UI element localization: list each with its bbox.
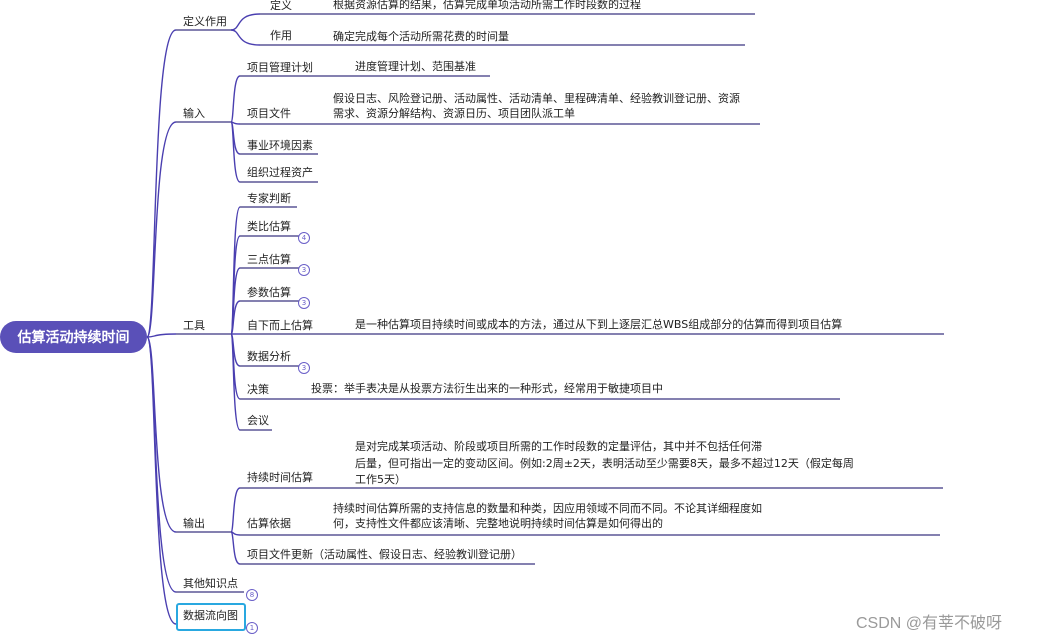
node-data-analysis[interactable]: 数据分析: [247, 349, 291, 365]
node-duration-estimates-text-3[interactable]: 工作5天）: [355, 472, 406, 488]
input-connector: [230, 75, 241, 123]
node-bottom-up[interactable]: 自下而上估算: [247, 318, 313, 334]
node-doc-updates[interactable]: 项目文件更新（活动属性、假设日志、经验教训登记册）: [247, 547, 522, 563]
branch-input[interactable]: 输入: [183, 106, 205, 122]
root-node[interactable]: 估算活动持续时间: [0, 321, 147, 353]
output-connector: [230, 487, 241, 533]
node-expert-judgment[interactable]: 专家判断: [247, 191, 291, 207]
node-duration-estimates-text-1[interactable]: 是对完成某项活动、阶段或项目所需的工作时段数的定量评估，其中并不包括任何滞: [355, 439, 762, 455]
branch-other[interactable]: 其他知识点: [183, 576, 238, 592]
branch-other-badge[interactable]: 8: [246, 589, 258, 601]
branch-define[interactable]: 定义作用: [183, 14, 227, 30]
define-connector: [230, 13, 261, 31]
node-basis-text-2[interactable]: 何，支持性文件都应该清晰、完整地说明持续时间估算是如何得出的: [333, 516, 663, 532]
node-project-docs-text-2[interactable]: 需求、资源分解结构、资源日历、项目团队派工单: [333, 106, 575, 122]
node-three-point[interactable]: 三点估算: [247, 252, 291, 268]
branch-output[interactable]: 输出: [183, 516, 205, 532]
node-duration-estimates-text-2[interactable]: 后量，但可指出一定的变动区间。例如:2周±2天，表明活动至少需要8天，最多不超过…: [355, 456, 854, 472]
node-purpose[interactable]: 作用: [270, 28, 292, 44]
node-three-point-badge[interactable]: 3: [298, 264, 310, 276]
node-purpose-text[interactable]: 确定完成每个活动所需花费的时间量: [333, 29, 509, 45]
branch-dfd[interactable]: 数据流向图: [183, 608, 238, 624]
node-analogous[interactable]: 类比估算: [247, 219, 291, 235]
node-project-docs[interactable]: 项目文件: [247, 106, 291, 122]
root-branch-connector: [146, 333, 177, 338]
node-parametric-badge[interactable]: 3: [298, 297, 310, 309]
node-project-docs-text-1[interactable]: 假设日志、风险登记册、活动属性、活动清单、里程碑清单、经验教训登记册、资源: [333, 91, 740, 107]
branch-dfd-badge[interactable]: 1: [246, 622, 258, 634]
input-connector: [230, 121, 241, 183]
node-eef[interactable]: 事业环境因素: [247, 138, 313, 154]
node-analogous-badge[interactable]: 4: [298, 232, 310, 244]
node-basis[interactable]: 估算依据: [247, 516, 291, 532]
node-decision-text[interactable]: 投票：举手表决是从投票方法衍生出来的一种形式，经常用于敏捷项目中: [311, 381, 663, 397]
node-pm-plan-text[interactable]: 进度管理计划、范围基准: [355, 59, 476, 75]
branch-tools[interactable]: 工具: [183, 318, 205, 334]
output-connector: [230, 531, 241, 565]
node-parametric[interactable]: 参数估算: [247, 285, 291, 301]
node-definition[interactable]: 定义: [270, 0, 292, 14]
csdn-watermark: CSDN @有莘不破呀: [856, 615, 1003, 632]
node-duration-estimates[interactable]: 持续时间估算: [247, 470, 313, 486]
node-pm-plan[interactable]: 项目管理计划: [247, 60, 313, 76]
node-basis-text-1[interactable]: 持续时间估算所需的支持信息的数量和种类，因应用领域不同而不同。不论其详细程度如: [333, 501, 762, 517]
node-meeting[interactable]: 会议: [247, 413, 269, 429]
node-data-analysis-badge[interactable]: 3: [298, 362, 310, 374]
root-branch-connector: [146, 29, 177, 338]
node-bottom-up-text[interactable]: 是一种估算项目持续时间或成本的方法，通过从下到上逐层汇总WBS组成部分的估算而得…: [355, 317, 842, 333]
define-connector: [230, 29, 261, 46]
root-branch-connector: [146, 336, 177, 625]
node-decision[interactable]: 决策: [247, 382, 269, 398]
node-opa[interactable]: 组织过程资产: [247, 165, 313, 181]
node-definition-text[interactable]: 根据资源估算的结果，估算完成单项活动所需工作时段数的过程: [333, 0, 641, 13]
